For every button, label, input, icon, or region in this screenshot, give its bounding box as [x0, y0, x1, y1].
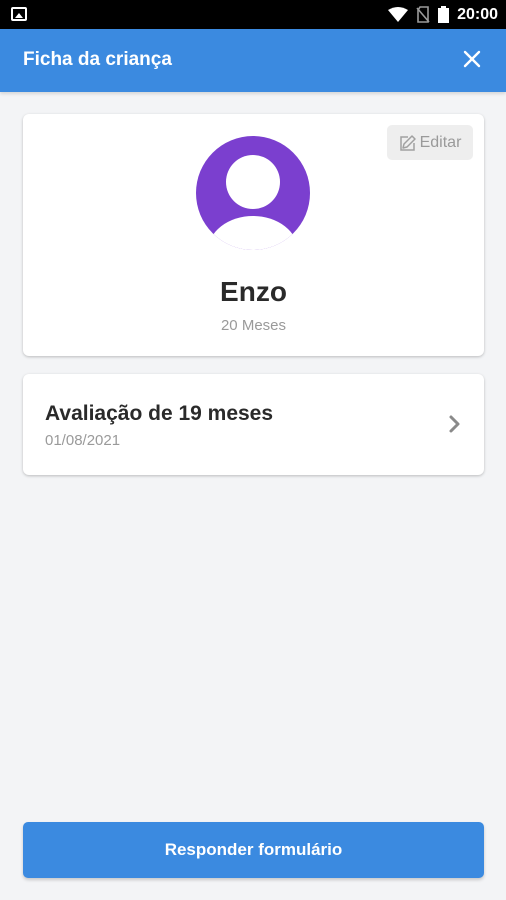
chevron-right-icon	[449, 415, 460, 433]
avatar-body	[208, 216, 298, 250]
wifi-icon	[388, 6, 409, 22]
edit-button-label: Editar	[419, 133, 462, 151]
evaluation-list-item[interactable]: Avaliação de 19 meses 01/08/2021	[23, 374, 484, 475]
respond-form-button[interactable]: Responder formulário	[23, 822, 484, 878]
gallery-icon	[11, 7, 27, 21]
status-bar: 20:00	[0, 0, 506, 29]
child-age: 20 Meses	[220, 317, 287, 334]
profile-card: Editar Enzo 20 Meses	[23, 114, 484, 356]
edit-icon	[399, 134, 416, 151]
child-name: Enzo	[220, 276, 287, 307]
edit-button[interactable]: Editar	[387, 125, 473, 160]
battery-icon	[438, 6, 450, 23]
app-bar: Ficha da criança	[0, 29, 506, 92]
page-title: Ficha da criança	[23, 49, 172, 70]
evaluation-title: Avaliação de 19 meses	[45, 402, 274, 425]
user-avatar-icon	[196, 136, 310, 250]
status-bar-right: 20:00	[388, 0, 498, 29]
status-time: 20:00	[457, 5, 498, 23]
close-icon[interactable]	[460, 47, 484, 71]
no-sim-icon	[416, 6, 430, 23]
avatar-head	[226, 155, 280, 209]
evaluation-date: 01/08/2021	[45, 432, 121, 449]
